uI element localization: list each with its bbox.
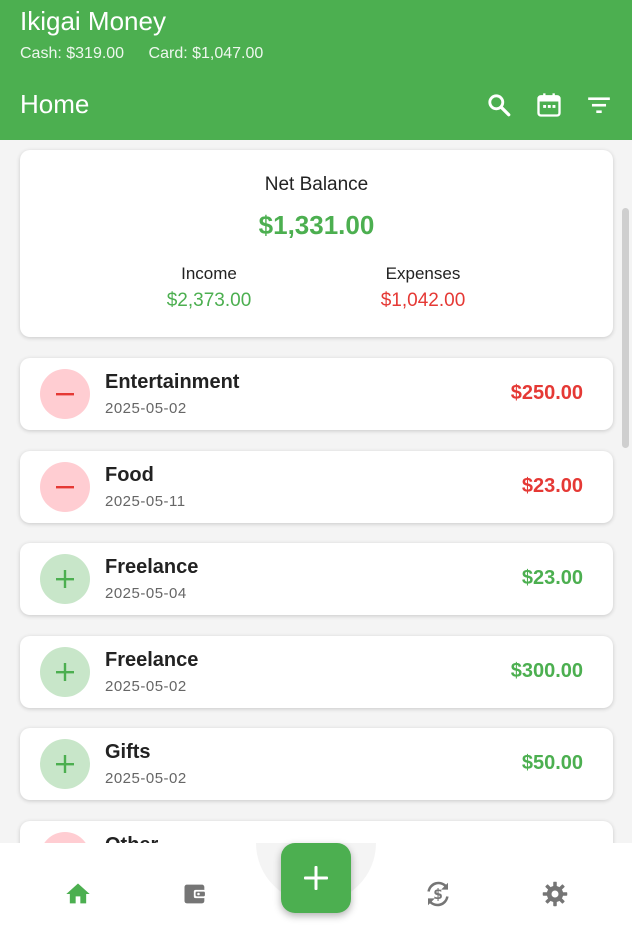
expenses-summary: Expenses $1,042.00	[323, 264, 523, 312]
search-icon	[488, 94, 511, 117]
plus-icon	[56, 755, 74, 773]
transaction-category: Food	[105, 463, 154, 486]
expense-badge	[40, 461, 90, 512]
cash-balance: Cash: $319.00	[20, 45, 125, 62]
transaction-category: Entertainment	[105, 371, 240, 393]
calendar-icon	[537, 93, 561, 117]
transaction-amount: $23.00	[521, 567, 583, 589]
svg-text:$: $	[433, 887, 443, 903]
transaction-category: Other	[105, 834, 158, 844]
transaction-amount: $300.00	[510, 659, 583, 682]
filter-icon	[588, 97, 610, 114]
nav-home[interactable]	[58, 877, 98, 911]
transaction-card[interactable]: Other	[20, 820, 613, 844]
income-label: Income	[181, 264, 237, 283]
transaction-amount: $23.00	[521, 474, 583, 497]
account-balances: Cash: $319.00 Card: $1,047.00	[20, 45, 283, 63]
settings-icon	[542, 881, 568, 907]
page-title: Home	[20, 89, 90, 119]
expenses-label: Expenses	[385, 264, 461, 283]
app-title: Ikigai Money	[20, 6, 166, 36]
income-badge	[40, 646, 90, 697]
transaction-card[interactable]: Food 2025-05-11 $23.00	[20, 450, 613, 523]
add-transaction-button[interactable]	[281, 843, 351, 913]
add-icon	[304, 866, 328, 890]
income-badge	[40, 554, 90, 604]
toolbar-actions	[474, 88, 624, 122]
transaction-card[interactable]: Entertainment 2025-05-02 $250.00	[20, 358, 613, 430]
expense-badge	[40, 831, 90, 843]
filter-button[interactable]	[574, 88, 624, 122]
minus-icon	[56, 485, 74, 488]
scrollbar[interactable]	[622, 208, 629, 448]
transaction-category: Freelance	[105, 648, 199, 671]
transaction-date: 2025-05-02	[105, 770, 187, 787]
home-icon	[66, 883, 90, 904]
income-value: $2,373.00	[166, 290, 252, 311]
wallet-icon	[184, 884, 206, 904]
transaction-date: 2025-05-04	[105, 585, 187, 602]
home-content: Net Balance $1,331.00 Income $2,373.00 E…	[0, 140, 632, 843]
exchange-icon: $	[427, 881, 449, 907]
income-badge	[40, 739, 90, 789]
transaction-card[interactable]: Gifts 2025-05-02 $50.00	[20, 728, 613, 800]
expenses-value: $1,042.00	[380, 290, 466, 311]
transaction-category: Gifts	[105, 741, 151, 763]
transaction-category: Freelance	[105, 556, 199, 578]
minus-icon	[56, 393, 74, 396]
expense-badge	[40, 369, 90, 419]
plus-icon	[56, 570, 74, 588]
plus-icon	[56, 662, 74, 681]
search-button[interactable]	[474, 88, 524, 122]
transaction-date: 2025-05-11	[105, 492, 186, 510]
nav-settings[interactable]	[535, 877, 575, 911]
transaction-list: Entertainment 2025-05-02 $250.00 Food 20…	[20, 358, 613, 843]
calendar-button[interactable]	[524, 88, 574, 122]
balance-summary-card: Net Balance $1,331.00 Income $2,373.00 E…	[20, 150, 613, 337]
transaction-card[interactable]: Freelance 2025-05-02 $300.00	[20, 635, 613, 708]
transaction-date: 2025-05-02	[105, 677, 187, 695]
transaction-amount: $50.00	[521, 752, 583, 774]
card-balance: Card: $1,047.00	[148, 45, 264, 62]
transaction-amount: $250.00	[510, 382, 583, 404]
net-balance-value: $1,331.00	[258, 210, 375, 240]
income-summary: Income $2,373.00	[109, 264, 309, 312]
app-bar: Ikigai Money Cash: $319.00 Card: $1,047.…	[0, 0, 632, 140]
net-balance-label: Net Balance	[264, 174, 369, 195]
nav-exchange[interactable]: $	[418, 877, 458, 911]
transaction-date: 2025-05-02	[105, 400, 187, 417]
transaction-card[interactable]: Freelance 2025-05-04 $23.00	[20, 543, 613, 615]
nav-wallet[interactable]	[175, 877, 215, 911]
